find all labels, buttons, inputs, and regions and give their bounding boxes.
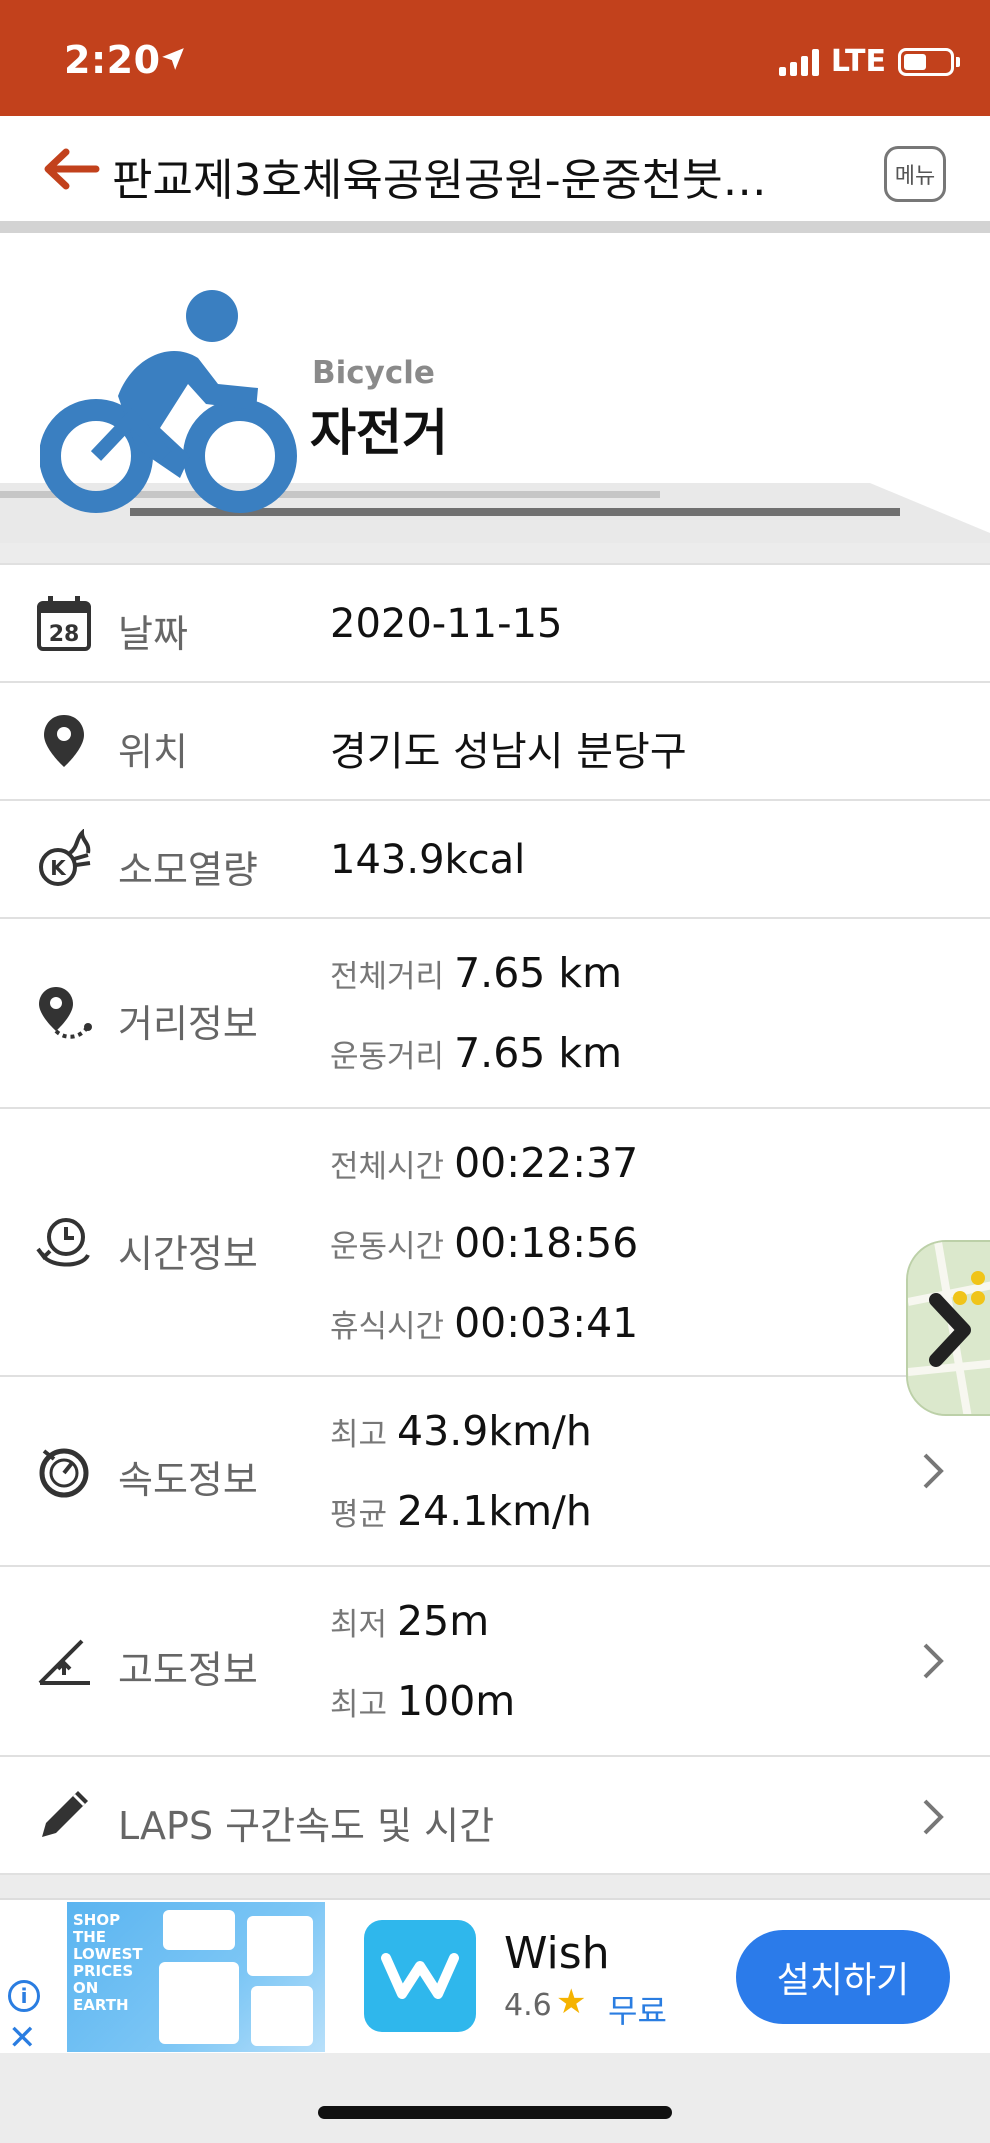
laps-row[interactable]: LAPS 구간속도 및 시간 xyxy=(0,1755,990,1875)
signal-icon xyxy=(778,48,819,76)
arrow-left-icon[interactable] xyxy=(40,146,100,192)
stopwatch-icon xyxy=(36,1218,90,1267)
ad-info-icon[interactable]: i xyxy=(8,1980,40,2012)
max-speed-key: 최고 xyxy=(330,1417,388,1453)
total-distance-key: 전체거리 xyxy=(330,959,445,995)
altitude-row[interactable]: 고도정보 최저 25m 최고 100m xyxy=(0,1565,990,1755)
avg-speed: 평균 24.1km/h xyxy=(330,1487,592,1535)
max-altitude: 최고 100m xyxy=(330,1677,515,1725)
route-pin-icon xyxy=(39,987,92,1039)
battery-icon xyxy=(898,47,960,76)
status-time: 2:20 xyxy=(64,38,161,82)
calorie-flame-icon: K xyxy=(39,829,91,886)
date-row: 28 날짜 2020-11-15 xyxy=(0,563,990,681)
avg-speed-value: 24.1km/h xyxy=(397,1487,592,1535)
speed-row[interactable]: 속도정보 최고 43.9km/h 평균 24.1km/h xyxy=(0,1375,990,1565)
location-arrow-icon xyxy=(162,48,184,70)
time-label: 시간정보 xyxy=(118,1232,258,1276)
status-bar: 2:20 LTE xyxy=(0,0,990,116)
calories-label: 소모열량 xyxy=(118,848,258,892)
divider xyxy=(0,221,990,233)
moving-time-value: 00:18:56 xyxy=(454,1219,639,1267)
bicycle-rider-icon xyxy=(40,290,297,513)
map-toggle-button[interactable] xyxy=(906,1240,990,1416)
date-value: 2020-11-15 xyxy=(330,601,563,647)
total-distance-value: 7.65 km xyxy=(454,949,623,997)
ad-app-name: Wish xyxy=(504,1928,610,1979)
wish-logo-icon xyxy=(364,1920,476,2032)
activity-subtitle: Bicycle xyxy=(312,355,435,391)
moving-distance-value: 7.65 km xyxy=(454,1029,623,1077)
map-thumbnail-icon xyxy=(908,1242,990,1414)
chevron-right-icon xyxy=(923,1643,944,1679)
distance-row: 거리정보 전체거리 7.65 km 운동거리 7.65 km xyxy=(0,917,990,1107)
map-pin-icon xyxy=(44,715,84,767)
activity-title: 자전거 xyxy=(310,404,448,462)
network-label: LTE xyxy=(830,44,886,79)
activity-header: Bicycle 자전거 xyxy=(0,233,990,543)
time-row: 시간정보 전체시간 00:22:37 운동시간 00:18:56 휴식시간 00:03… xyxy=(0,1107,990,1375)
rest-time: 휴식시간 00:03:41 xyxy=(330,1299,638,1347)
altitude-icon xyxy=(38,1639,90,1685)
altitude-label: 고도정보 xyxy=(118,1648,258,1692)
status-right: LTE xyxy=(778,44,960,79)
rest-time-key: 휴식시간 xyxy=(330,1309,445,1345)
location-label: 위치 xyxy=(118,730,188,774)
calories-row: K 소모열량 143.9kcal xyxy=(0,799,990,917)
total-time-key: 전체시간 xyxy=(330,1149,445,1185)
page-title: 판교제3호체육공원공원-운중천붓… xyxy=(112,155,767,206)
calendar-day: 28 xyxy=(49,622,80,647)
ad-banner[interactable]: i ✕ SHOP THE LOWEST PRICES ON EARTH Wish… xyxy=(0,1898,990,2058)
speed-label: 속도정보 xyxy=(118,1458,258,1502)
moving-distance-key: 운동거리 xyxy=(330,1039,445,1075)
max-altitude-key: 최고 xyxy=(330,1687,388,1723)
chevron-right-icon xyxy=(923,1453,944,1489)
calorie-letter: K xyxy=(50,856,67,880)
menu-button[interactable]: 메뉴 xyxy=(884,146,946,202)
date-label: 날짜 xyxy=(118,612,188,656)
rest-time-value: 00:03:41 xyxy=(454,1299,639,1347)
avg-speed-key: 평균 xyxy=(330,1497,388,1533)
calories-value: 143.9kcal xyxy=(330,837,526,883)
chevron-right-icon xyxy=(923,1799,944,1835)
star-icon: ★ xyxy=(556,1982,587,2022)
total-time: 전체시간 00:22:37 xyxy=(330,1139,638,1187)
close-icon[interactable]: ✕ xyxy=(8,2018,37,2058)
ad-rating: 4.6 xyxy=(504,1988,552,2023)
install-button[interactable]: 설치하기 xyxy=(736,1930,950,2024)
location-value: 경기도 성남시 분당구 xyxy=(330,729,687,775)
max-speed-value: 43.9km/h xyxy=(397,1407,592,1455)
location-row: 위치 경기도 성남시 분당구 xyxy=(0,681,990,799)
total-time-value: 00:22:37 xyxy=(454,1139,639,1187)
moving-time: 운동시간 00:18:56 xyxy=(330,1219,638,1267)
min-altitude-key: 최저 xyxy=(330,1607,388,1643)
ad-image-text: SHOP THE LOWEST PRICES ON EARTH xyxy=(73,1911,143,2014)
calendar-icon: 28 xyxy=(37,596,91,651)
moving-time-key: 운동시간 xyxy=(330,1229,445,1265)
distance-label: 거리정보 xyxy=(118,1002,258,1046)
max-altitude-value: 100m xyxy=(397,1677,516,1725)
min-altitude-value: 25m xyxy=(397,1597,490,1645)
home-indicator xyxy=(318,2106,672,2119)
pencil-icon xyxy=(42,1791,88,1837)
speedometer-icon xyxy=(39,1448,89,1498)
laps-label: LAPS 구간속도 및 시간 xyxy=(118,1804,495,1848)
nav-bar: 판교제3호체육공원공원-운중천붓… 메뉴 xyxy=(0,116,990,221)
total-distance: 전체거리 7.65 km xyxy=(330,949,622,997)
ad-image[interactable]: SHOP THE LOWEST PRICES ON EARTH xyxy=(67,1902,325,2052)
max-speed: 최고 43.9km/h xyxy=(330,1407,592,1455)
activity-details: 28 날짜 2020-11-15 위치 경기도 성남시 분당구 K 소모열량 1… xyxy=(0,563,990,1875)
moving-distance: 운동거리 7.65 km xyxy=(330,1029,622,1077)
min-altitude: 최저 25m xyxy=(330,1597,489,1645)
ad-price: 무료 xyxy=(608,1992,667,2030)
